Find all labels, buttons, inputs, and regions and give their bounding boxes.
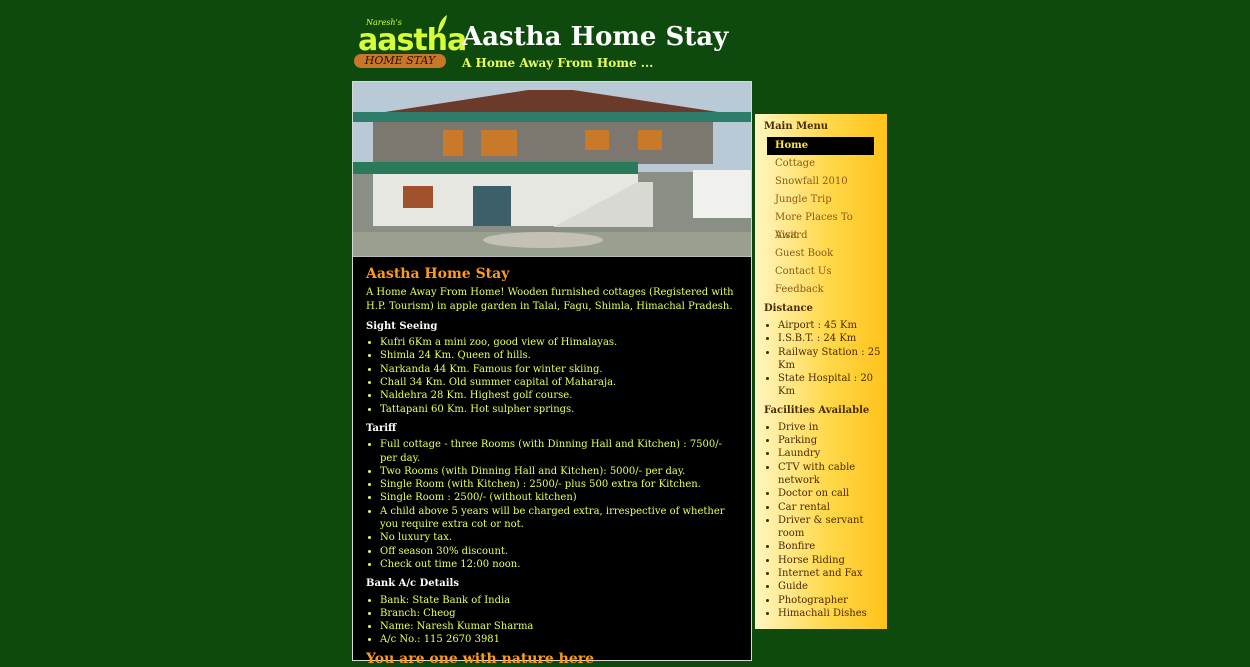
list-item: Guide: [778, 580, 887, 593]
main-menu-heading: Main Menu: [764, 121, 829, 132]
sight-heading: Sight Seeing: [366, 320, 438, 332]
list-item: A/c No.: 115 2670 3981: [380, 633, 738, 646]
list-item: Parking: [778, 434, 887, 447]
list-item: Laundry: [778, 447, 887, 460]
list-item: Kufri 6Km a mini zoo, good view of Himal…: [380, 336, 738, 349]
list-item: Narkanda 44 Km. Famous for winter skiing…: [380, 363, 738, 376]
menu-item-home[interactable]: Home: [767, 137, 874, 155]
menu-item-award[interactable]: Award: [767, 227, 874, 245]
list-item: Car rental: [778, 501, 887, 514]
menu-item-contact-us[interactable]: Contact Us: [767, 263, 874, 281]
main-menu: Home Cottage Snowfall 2010 Jungle Trip M…: [764, 137, 887, 299]
menu-item-feedback[interactable]: Feedback: [767, 281, 874, 299]
list-item: Bonfire: [778, 540, 887, 553]
list-item: Single Room (with Kitchen) : 2500/- plus…: [380, 478, 738, 491]
list-item: Horse Riding: [778, 554, 887, 567]
main-content-panel: Aastha Home Stay A Home Away From Home! …: [352, 81, 752, 666]
site-tagline: A Home Away From Home ...: [462, 56, 654, 70]
list-item: Drive in: [778, 421, 887, 434]
logo-wordmark: aastha: [358, 23, 467, 58]
hero-image-cottage: [353, 82, 751, 257]
bank-list: Bank: State Bank of India Branch: Cheog …: [366, 594, 738, 647]
site-logo[interactable]: Naresh's aastha HOME STAY: [352, 12, 467, 70]
list-item: Internet and Fax: [778, 567, 887, 580]
sidebar: Main Menu Home Cottage Snowfall 2010 Jun…: [755, 114, 887, 629]
distance-heading: Distance: [764, 303, 813, 314]
list-item: Driver & servant room: [778, 514, 887, 541]
facilities-heading: Facilities Available: [764, 404, 870, 416]
tariff-list: Full cottage - three Rooms (with Dinning…: [366, 438, 738, 571]
list-item: Check out time 12:00 noon.: [380, 558, 738, 571]
menu-item-jungle-trip[interactable]: Jungle Trip: [767, 191, 874, 209]
menu-item-more-places[interactable]: More Places To Visit: [767, 209, 874, 241]
list-item: Tattapani 60 Km. Hot sulpher springs.: [380, 403, 738, 416]
sight-list: Kufri 6Km a mini zoo, good view of Himal…: [366, 336, 738, 416]
list-item: Branch: Cheog: [380, 607, 738, 620]
intro-text: A Home Away From Home! Wooden furnished …: [366, 287, 734, 312]
list-item: A child above 5 years will be charged ex…: [380, 505, 738, 532]
menu-item-cottage[interactable]: Cottage: [767, 155, 874, 173]
list-item: I.S.B.T. : 24 Km: [778, 332, 887, 345]
list-item: Photographer: [778, 594, 887, 607]
list-item: Chail 34 Km. Old summer capital of Mahar…: [380, 376, 738, 389]
list-item: Off season 30% discount.: [380, 545, 738, 558]
list-item: Two Rooms (with Dinning Hall and Kitchen…: [380, 465, 738, 478]
list-item: Bank: State Bank of India: [380, 594, 738, 607]
list-item: Railway Station : 25 Km: [778, 346, 887, 373]
list-item: Doctor on call: [778, 487, 887, 500]
list-item: Full cottage - three Rooms (with Dinning…: [380, 438, 738, 465]
closing-heading: You are one with nature here: [366, 650, 595, 667]
list-item: State Hospital : 20 Km: [778, 372, 887, 399]
distance-list: Airport : 45 Km I.S.B.T. : 24 Km Railway…: [764, 319, 887, 399]
list-item: Airport : 45 Km: [778, 319, 887, 332]
list-item: CTV with cable network: [778, 461, 887, 488]
menu-item-guest-book[interactable]: Guest Book: [767, 245, 874, 263]
list-item: Himachali Dishes: [778, 607, 887, 620]
list-item: No luxury tax.: [380, 531, 738, 544]
site-title[interactable]: Aastha Home Stay: [462, 22, 728, 52]
content-heading: Aastha Home Stay: [366, 266, 510, 282]
facilities-list: Drive in Parking Laundry CTV with cable …: [764, 421, 887, 620]
logo-band: HOME STAY: [354, 54, 446, 68]
list-item: Naldehra 28 Km. Highest golf course.: [380, 389, 738, 402]
tariff-heading: Tariff: [366, 422, 397, 434]
bank-heading: Bank A/c Details: [366, 578, 459, 590]
list-item: Single Room : 2500/- (without kitchen): [380, 491, 738, 504]
menu-item-snowfall-2010[interactable]: Snowfall 2010: [767, 173, 874, 191]
list-item: Shimla 24 Km. Queen of hills.: [380, 349, 738, 362]
list-item: Name: Naresh Kumar Sharma: [380, 620, 738, 633]
